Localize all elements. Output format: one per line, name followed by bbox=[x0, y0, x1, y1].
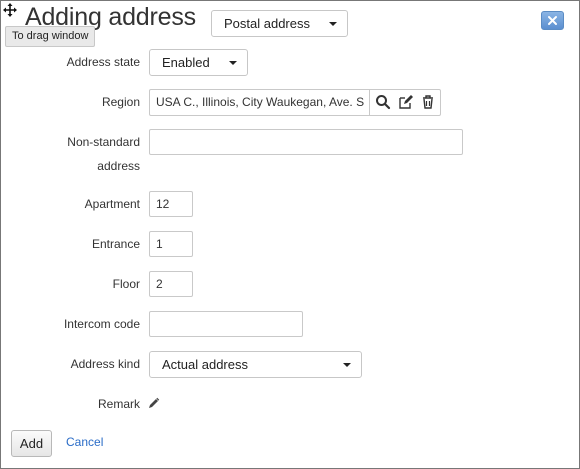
non-standard-address-input[interactable] bbox=[149, 129, 463, 155]
address-state-value: Enabled bbox=[162, 55, 210, 70]
non-standard-address-label-line2: address bbox=[97, 159, 140, 173]
apartment-label: Apartment bbox=[84, 197, 140, 211]
region-field: USA C., Illinois, City Waukegan, Ave. S bbox=[149, 89, 441, 116]
address-kind-select[interactable]: Actual address bbox=[149, 351, 362, 378]
pencil-icon[interactable] bbox=[148, 397, 160, 409]
move-icon[interactable] bbox=[3, 3, 17, 17]
address-state-select[interactable]: Enabled bbox=[149, 49, 248, 76]
chevron-down-icon bbox=[329, 22, 337, 26]
non-standard-address-label: Non-standard address bbox=[67, 130, 140, 178]
address-state-label: Address state bbox=[66, 55, 140, 69]
add-address-dialog: Adding address To drag window Postal add… bbox=[0, 0, 580, 469]
trash-icon[interactable] bbox=[420, 94, 436, 110]
entrance-label: Entrance bbox=[91, 237, 140, 251]
chevron-down-icon bbox=[229, 61, 237, 65]
region-label: Region bbox=[101, 95, 140, 109]
floor-label: Floor bbox=[112, 277, 140, 291]
apartment-input[interactable]: 12 bbox=[149, 191, 193, 217]
address-type-select[interactable]: Postal address bbox=[211, 10, 348, 37]
entrance-input[interactable]: 1 bbox=[149, 231, 193, 257]
address-type-value: Postal address bbox=[224, 16, 310, 31]
add-button[interactable]: Add bbox=[11, 430, 52, 457]
close-button[interactable] bbox=[541, 11, 564, 30]
remark-label: Remark bbox=[97, 397, 140, 411]
address-kind-label: Address kind bbox=[70, 357, 140, 371]
floor-input[interactable]: 2 bbox=[149, 271, 193, 297]
intercom-code-label: Intercom code bbox=[63, 317, 140, 331]
chevron-down-icon bbox=[343, 363, 351, 367]
cancel-link[interactable]: Cancel bbox=[66, 435, 103, 449]
drag-tooltip: To drag window bbox=[5, 26, 96, 47]
close-icon bbox=[548, 16, 557, 25]
region-toolbar bbox=[369, 90, 441, 115]
search-icon[interactable] bbox=[375, 94, 391, 110]
non-standard-address-label-line1: Non-standard bbox=[67, 135, 140, 149]
region-input[interactable]: USA C., Illinois, City Waukegan, Ave. S bbox=[156, 90, 368, 115]
edit-icon[interactable] bbox=[398, 94, 414, 110]
intercom-code-input[interactable] bbox=[149, 311, 303, 337]
address-kind-value: Actual address bbox=[162, 357, 248, 372]
